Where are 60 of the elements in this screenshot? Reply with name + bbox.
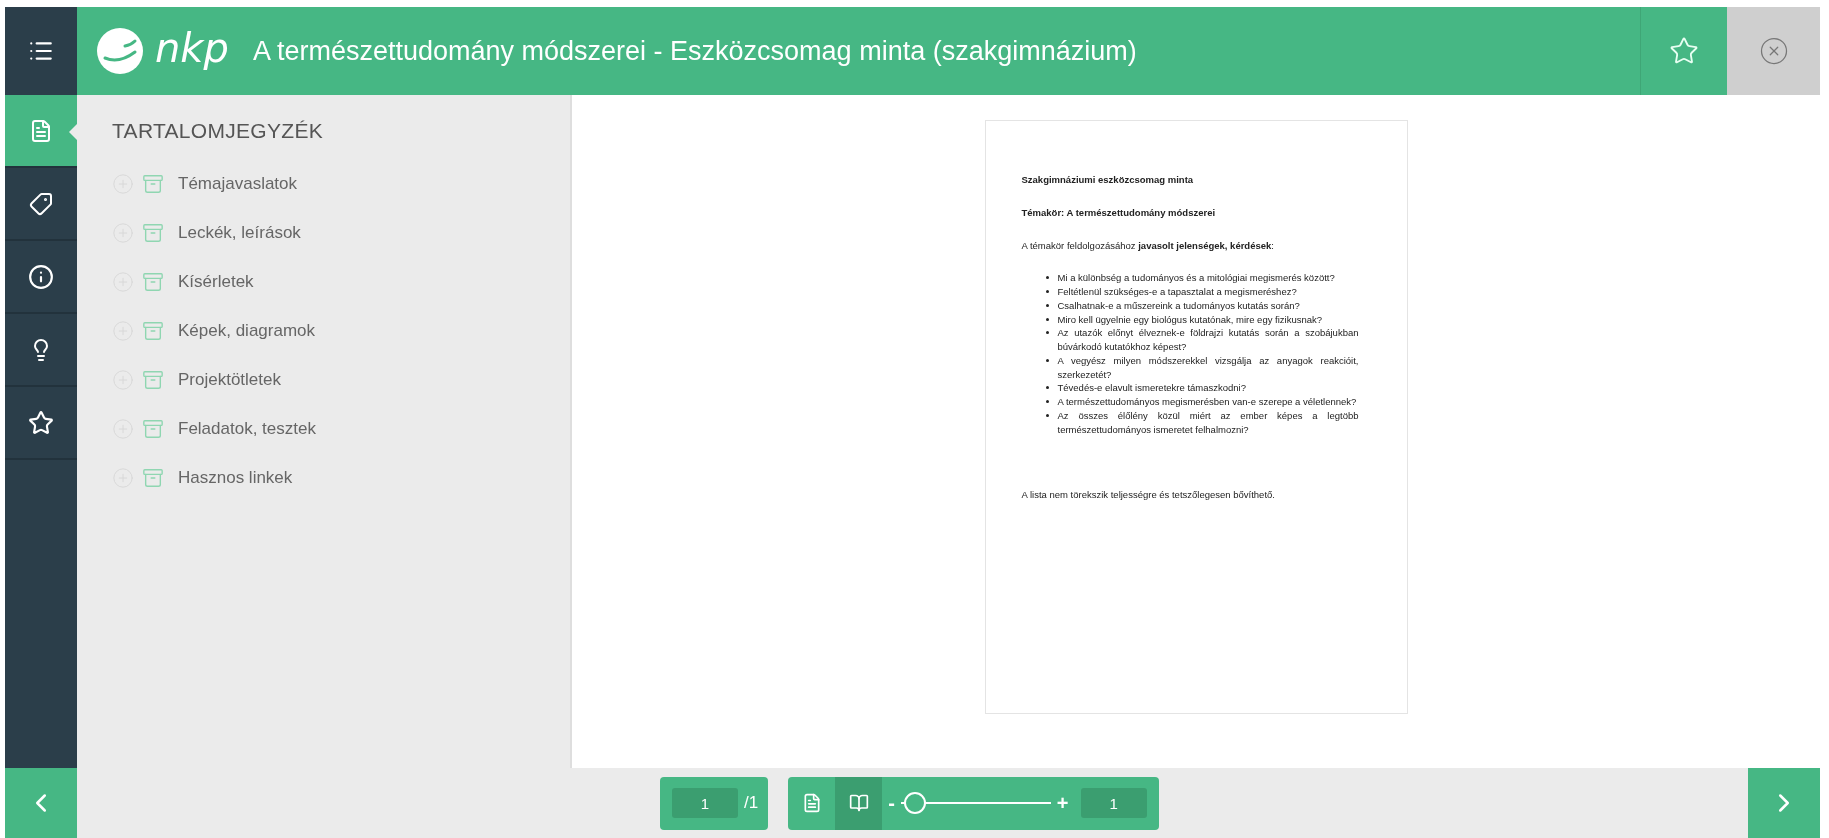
toc-item[interactable]: Képek, diagramok (178, 320, 316, 341)
toc-item[interactable]: Feladatok, tesztek (178, 418, 316, 439)
book-icon (848, 793, 869, 813)
document-title: A természettudomány módszerei - Eszközcsomag minta (szakgimnázium) (252, 35, 1137, 67)
zoom-in-button[interactable]: + (1056, 791, 1069, 815)
toc-item[interactable]: Témajavaslatok (178, 173, 298, 194)
logo-text: nkp (155, 25, 229, 71)
folder-icon (142, 319, 164, 342)
document-icon (29, 118, 53, 143)
folder-icon (142, 417, 164, 440)
footer-text: A lista nem törekszik teljességre és tetszőlegesen bővíthető. (1021, 488, 1276, 503)
question-text: Mi a különbség a tudományos és a mitológiai megismerés között? (1057, 271, 1335, 286)
toc-item[interactable]: Projektötletek (178, 369, 281, 390)
bullet-icon (1045, 276, 1049, 280)
close-button[interactable] (1727, 7, 1820, 95)
bullet-icon (1045, 413, 1049, 417)
folder-icon (142, 368, 164, 391)
question-text: A vegyész milyen módszerekkel vizsgálja az anyagok reakcióit, szerkezetét? (1057, 353, 1359, 382)
question-text: Az összes élőlény közül miért az ember képes a legtöbb természettudományos ismeretet felhalmozni? (1057, 408, 1359, 437)
sidebar-tab[interactable] (5, 95, 77, 168)
question-text: Tévedés-e elavult ismeretekre támaszkodni? (1057, 381, 1246, 396)
star-icon (28, 409, 54, 436)
logo-icon (95, 26, 145, 76)
topic-heading: Témakör: A természettudomány módszerei (1021, 205, 1217, 220)
page-number-field[interactable]: 1 (672, 788, 738, 818)
bullet-icon (1045, 358, 1049, 362)
previous-button[interactable] (5, 768, 77, 838)
question-text: Az utazók előnyt élveznek-e földrajzi kutatás során a szobájukban búvárkodó kutatókhoz képest? (1057, 326, 1359, 354)
close-icon (1758, 36, 1789, 66)
question-text: Feltétlenül szükséges-e a tapasztalat a megismeréshez? (1057, 285, 1297, 299)
bullet-icon (1045, 290, 1049, 294)
question-text: Miro kell ügyelnie egy biológus kutatónak, mire egy fizikusnak? (1057, 312, 1323, 327)
page-total: /1 (744, 793, 759, 813)
info-icon (28, 263, 54, 290)
star-icon (1669, 36, 1699, 66)
folder-icon (142, 221, 164, 244)
tag-icon (29, 191, 53, 216)
zoom-slider[interactable] (900, 792, 1051, 814)
view-mode-button[interactable] (835, 776, 883, 830)
toc-item[interactable]: Hasznos linkek (178, 467, 293, 488)
bullet-icon (1045, 400, 1049, 404)
folder-icon (142, 270, 164, 293)
zoom-field[interactable]: 1 (1080, 788, 1147, 818)
folder-icon (142, 172, 164, 195)
bullet-icon (1045, 317, 1049, 321)
toc-item[interactable]: Leckék, leírások (178, 222, 301, 243)
bullet-icon (1045, 386, 1049, 390)
intro-text: A témakör feldolgozásához javasolt jelenségek, kérdések: (1021, 238, 1275, 253)
document-heading: Szakgimnáziumi eszközcsomag minta (1021, 173, 1195, 187)
question-text: Csalhatnak-e a műszereink a tudományos kutatás során? (1057, 298, 1300, 313)
menu-button[interactable] (5, 7, 77, 95)
bullet-icon (1045, 331, 1049, 335)
zoom-out-button[interactable]: - (888, 791, 895, 815)
slider-thumb[interactable] (903, 792, 926, 814)
toc-item[interactable]: Kísérletek (178, 271, 254, 292)
question-text: A természettudományos megismerésben van-e szerepe a véletlennek? (1057, 395, 1357, 409)
next-button[interactable] (1748, 768, 1820, 838)
bullet-icon (1045, 303, 1049, 307)
folder-icon (142, 466, 164, 489)
toc-title: TARTALOMJEGYZÉK (112, 119, 325, 143)
